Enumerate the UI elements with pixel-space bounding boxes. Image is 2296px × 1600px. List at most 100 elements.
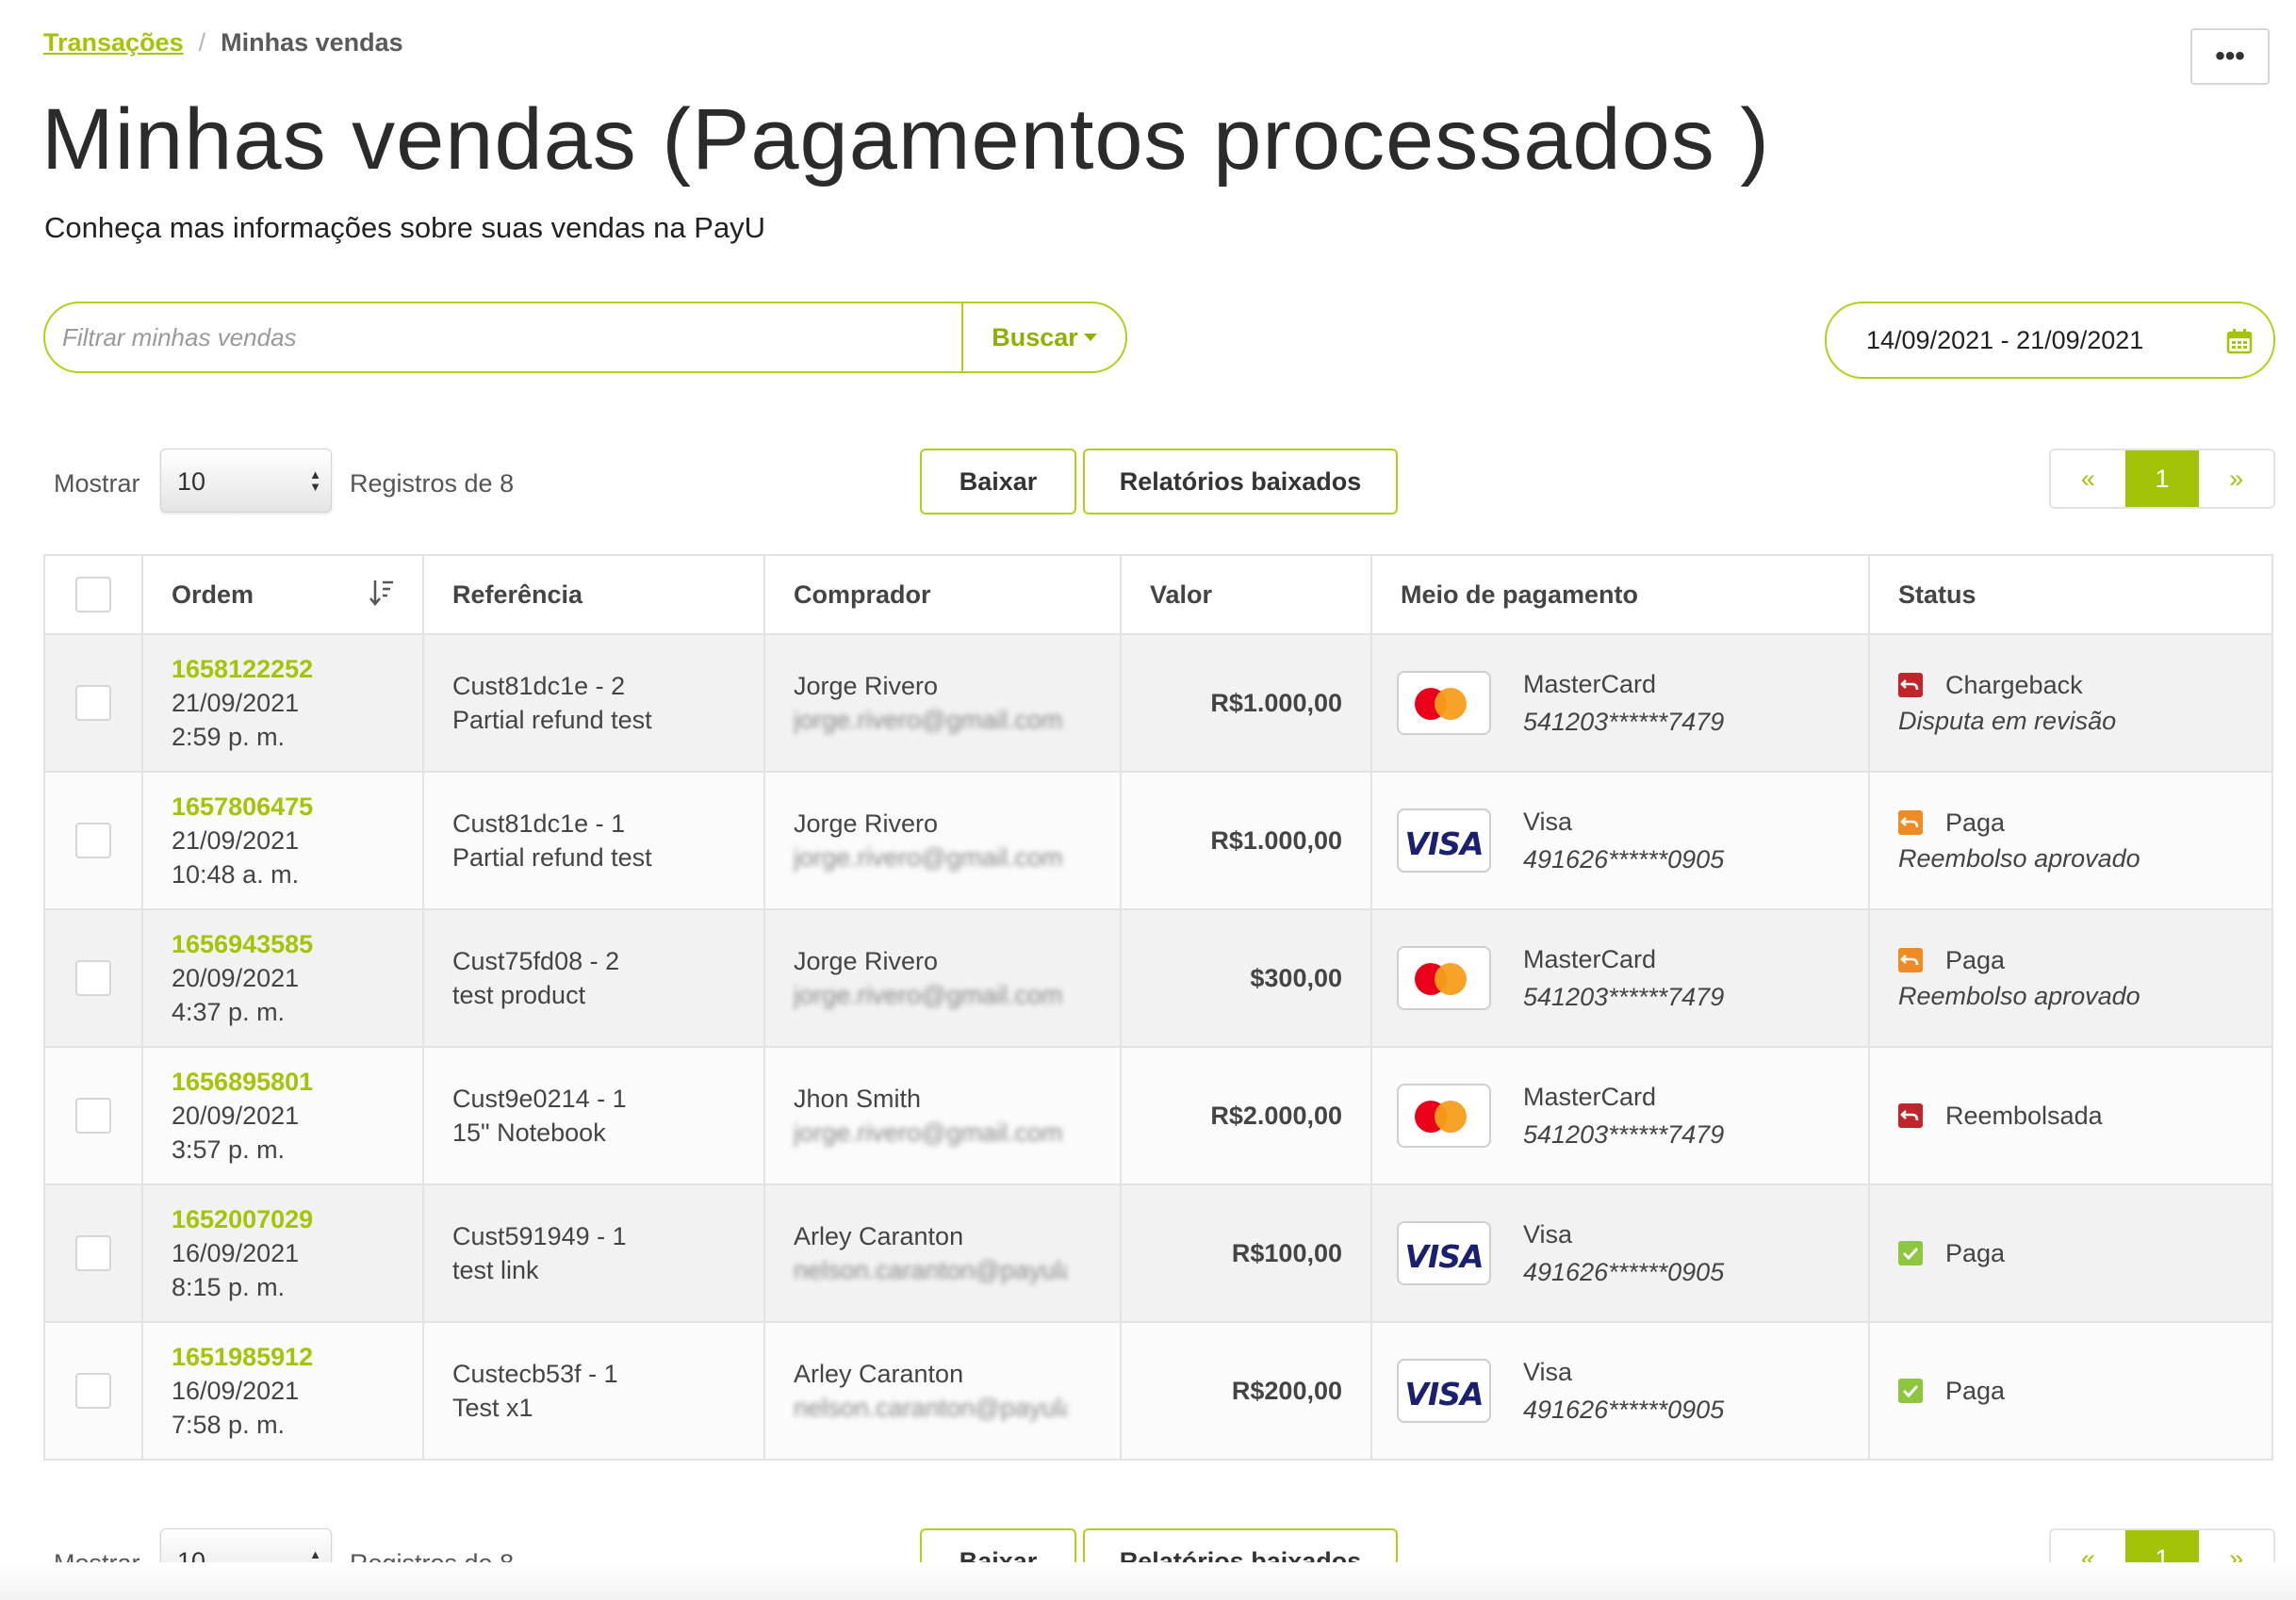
amount: $300,00 (1120, 908, 1372, 1048)
status-cell: Paga (1868, 1184, 2273, 1323)
table-row[interactable]: 1658122252 21/09/2021 2:59 p. m. Cust81d… (43, 633, 2273, 773)
row-checkbox[interactable] (75, 1235, 111, 1271)
row-select (43, 1321, 143, 1461)
reference-code: Cust591949 - 1 (452, 1222, 627, 1250)
row-checkbox[interactable] (75, 1098, 111, 1134)
pagination-next-button[interactable]: » (2199, 450, 2273, 507)
payment-brand: Visa (1523, 808, 1573, 836)
buyer-cell: Arley Caranton nelson.caranton@payulatam… (763, 1321, 1122, 1461)
column-header-referencia[interactable]: Referência (422, 554, 765, 635)
visa-logo-icon: VISA (1397, 808, 1491, 873)
table-row[interactable]: 1656895801 20/09/2021 3:57 p. m. Cust9e0… (43, 1046, 2273, 1185)
row-checkbox[interactable] (75, 823, 111, 858)
buyer-name: Jorge Rivero (794, 947, 939, 975)
amount: R$100,00 (1120, 1184, 1372, 1323)
row-checkbox[interactable] (75, 1373, 111, 1409)
visa-logo-icon: VISA (1397, 1221, 1491, 1285)
select-arrows-icon: ▲▼ (309, 467, 321, 494)
reference-description: 15" Notebook (452, 1118, 606, 1147)
show-label: Mostrar (54, 469, 140, 498)
date-range-picker[interactable]: 14/09/2021 - 21/09/2021 (1825, 302, 2275, 379)
reference-description: test link (452, 1256, 539, 1284)
status-detail: Reembolso aprovado (1898, 844, 2140, 873)
order-cell: 1652007029 16/09/2021 8:15 p. m. (141, 1184, 424, 1323)
buyer-email: jorge.rivero@gmail.com (794, 981, 1063, 1009)
row-checkbox[interactable] (75, 685, 111, 721)
buyer-name: Jhon Smith (794, 1085, 922, 1113)
reference-cell: Cust81dc1e - 1 Partial refund test (422, 771, 765, 910)
breadcrumb-current: Minhas vendas (221, 28, 403, 57)
table-row[interactable]: 1657806475 21/09/2021 10:48 a. m. Cust81… (43, 771, 2273, 910)
column-header-status[interactable]: Status (1868, 554, 2273, 635)
breadcrumb: Transações / Minhas vendas (43, 28, 403, 57)
payment-brand: Visa (1523, 1358, 1573, 1386)
order-cell: 1656943585 20/09/2021 4:37 p. m. (141, 908, 424, 1048)
status-cell: Chargeback Disputa em revisão (1868, 633, 2273, 773)
page-bottom-shade (0, 1562, 2296, 1600)
reference-cell: Custecb53f - 1 Test x1 (422, 1321, 765, 1461)
search-input[interactable] (45, 303, 961, 371)
sort-icon[interactable] (369, 579, 394, 607)
order-cell: 1657806475 21/09/2021 10:48 a. m. (141, 771, 424, 910)
status-label: Chargeback (1945, 671, 2083, 699)
reference-cell: Cust9e0214 - 1 15" Notebook (422, 1046, 765, 1185)
card-number: 541203******7479 (1523, 983, 1725, 1011)
table-row[interactable]: 1651985912 16/09/2021 7:58 p. m. Custecb… (43, 1321, 2273, 1461)
buyer-cell: Jorge Rivero jorge.rivero@gmail.com (763, 771, 1122, 910)
order-date: 16/09/2021 (172, 1239, 300, 1267)
column-header-comprador[interactable]: Comprador (763, 554, 1122, 635)
breadcrumb-link-transacoes[interactable]: Transações (43, 28, 184, 57)
order-cell: 1651985912 16/09/2021 7:58 p. m. (141, 1321, 424, 1461)
order-time: 8:15 p. m. (172, 1273, 286, 1301)
column-header-ordem-label: Ordem (172, 580, 254, 609)
mastercard-logo-icon (1397, 946, 1491, 1010)
order-id-link[interactable]: 1657806475 (172, 790, 422, 824)
order-id-link[interactable]: 1658122252 (172, 652, 422, 686)
refunded-icon (1898, 1103, 1923, 1128)
status-label: Paga (1945, 808, 2006, 837)
search-button[interactable]: Buscar (961, 303, 1125, 371)
order-id-link[interactable]: 1652007029 (172, 1202, 422, 1236)
order-cell: 1656895801 20/09/2021 3:57 p. m. (141, 1046, 424, 1185)
pagination-page-1[interactable]: 1 (2124, 450, 2200, 507)
reference-code: Cust81dc1e - 1 (452, 809, 626, 838)
page-size-select[interactable]: 10 ▲▼ (160, 449, 332, 513)
order-id-link[interactable]: 1656943585 (172, 927, 422, 961)
status-label: Paga (1945, 1377, 2006, 1405)
payment-cell: VISA Visa 491626******0905 (1370, 1321, 1870, 1461)
download-button[interactable]: Baixar (920, 449, 1076, 514)
payment-cell: VISA Visa 491626******0905 (1370, 1184, 1870, 1323)
search-button-label: Buscar (992, 322, 1078, 351)
reference-code: Cust9e0214 - 1 (452, 1085, 627, 1113)
amount: R$2.000,00 (1120, 1046, 1372, 1185)
buyer-email: jorge.rivero@gmail.com (794, 1118, 1063, 1147)
column-header-ordem[interactable]: Ordem (141, 554, 424, 635)
column-header-valor[interactable]: Valor (1120, 554, 1372, 635)
reference-code: Cust81dc1e - 2 (452, 672, 626, 700)
pagination-prev-button[interactable]: « (2051, 450, 2125, 507)
amount: R$1.000,00 (1120, 771, 1372, 910)
buyer-name: Jorge Rivero (794, 809, 939, 838)
order-id-link[interactable]: 1656895801 (172, 1065, 422, 1099)
downloaded-reports-button[interactable]: Relatórios baixados (1083, 449, 1398, 514)
order-date: 20/09/2021 (172, 1102, 300, 1130)
table-row[interactable]: 1652007029 16/09/2021 8:15 p. m. Cust591… (43, 1184, 2273, 1323)
payment-brand: MasterCard (1523, 945, 1657, 973)
order-id-link[interactable]: 1651985912 (172, 1340, 422, 1374)
payment-cell: MasterCard 541203******7479 (1370, 1046, 1870, 1185)
select-all-checkbox[interactable] (75, 577, 111, 612)
order-date: 20/09/2021 (172, 964, 300, 992)
status-label: Paga (1945, 946, 2006, 974)
buyer-email: nelson.caranton@payulatam.com (794, 1394, 1067, 1422)
card-number: 541203******7479 (1523, 708, 1725, 736)
row-checkbox[interactable] (75, 960, 111, 996)
payment-brand: Visa (1523, 1220, 1573, 1249)
more-options-button[interactable]: ••• (2190, 28, 2270, 85)
status-label: Paga (1945, 1239, 2006, 1267)
payment-cell: MasterCard 541203******7479 (1370, 633, 1870, 773)
table-row[interactable]: 1656943585 20/09/2021 4:37 p. m. Cust75f… (43, 908, 2273, 1048)
row-select (43, 633, 143, 773)
page-size-value: 10 (177, 467, 206, 496)
card-number: 541203******7479 (1523, 1120, 1725, 1149)
column-header-meio-pagamento[interactable]: Meio de pagamento (1370, 554, 1870, 635)
